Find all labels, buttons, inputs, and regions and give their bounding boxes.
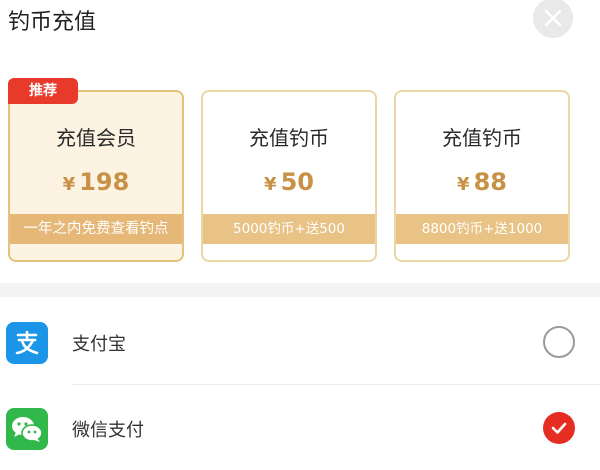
card-benefit: 8800钓币+送1000 xyxy=(396,214,568,244)
section-divider xyxy=(0,283,600,297)
card-price: ¥50 xyxy=(203,168,375,196)
header: 钓币充值 xyxy=(0,0,600,44)
recharge-options: 充值会员 ¥198 一年之内免费查看钓点 充值钓币 ¥50 5000钓币+送50… xyxy=(0,70,600,280)
payment-option-wechat[interactable]: 微信支付 xyxy=(0,386,600,470)
close-icon xyxy=(544,9,562,27)
card-benefit: 一年之内免费查看钓点 xyxy=(10,214,182,244)
payment-label: 微信支付 xyxy=(72,420,144,441)
card-title: 充值钓币 xyxy=(249,126,329,150)
price-value: 50 xyxy=(280,168,314,196)
recharge-card-88[interactable]: 充值钓币 ¥88 8800钓币+送1000 xyxy=(394,90,570,262)
radio-unchecked[interactable] xyxy=(543,326,575,358)
price-value: 198 xyxy=(79,168,130,196)
card-price: ¥198 xyxy=(10,168,182,196)
close-button[interactable] xyxy=(533,0,573,38)
payment-option-alipay[interactable]: 支付宝 xyxy=(0,300,600,385)
recharge-card-50[interactable]: 充值钓币 ¥50 5000钓币+送500 xyxy=(201,90,377,262)
wechat-logo-icon xyxy=(12,417,43,442)
page-title: 钓币充值 xyxy=(8,10,97,35)
payment-label: 支付宝 xyxy=(72,334,126,355)
card-benefit: 5000钓币+送500 xyxy=(203,214,375,244)
currency-symbol: ¥ xyxy=(264,174,277,195)
card-price: ¥88 xyxy=(396,168,568,196)
radio-checked[interactable] xyxy=(543,412,575,444)
card-title: 充值钓币 xyxy=(442,126,522,150)
row-divider xyxy=(72,384,600,385)
alipay-logo-icon xyxy=(15,330,39,355)
recharge-card-vip[interactable]: 充值会员 ¥198 一年之内免费查看钓点 xyxy=(8,90,184,262)
price-value: 88 xyxy=(473,168,507,196)
recommend-badge: 推荐 xyxy=(8,78,78,104)
wechat-icon xyxy=(6,408,48,450)
currency-symbol: ¥ xyxy=(457,174,470,195)
card-title: 充值会员 xyxy=(56,126,136,150)
currency-symbol: ¥ xyxy=(62,174,76,195)
alipay-icon xyxy=(6,322,48,364)
check-icon xyxy=(551,422,567,434)
